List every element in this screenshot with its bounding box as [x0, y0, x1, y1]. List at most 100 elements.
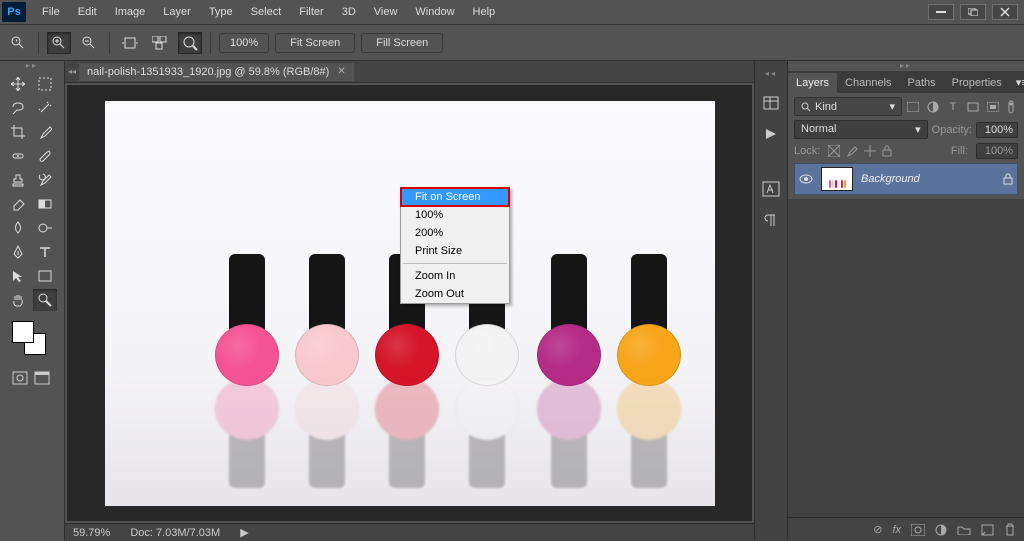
- path-select-tool[interactable]: [6, 265, 30, 287]
- filter-type-icon[interactable]: T: [946, 100, 960, 114]
- history-panel-icon[interactable]: [762, 95, 780, 111]
- filter-adjust-icon[interactable]: [926, 100, 940, 114]
- tab-channels[interactable]: Channels: [837, 73, 899, 93]
- tab-layers[interactable]: Layers: [788, 73, 837, 93]
- document-tab[interactable]: nail-polish-1351933_1920.jpg @ 59.8% (RG…: [79, 63, 354, 81]
- zoom-in-icon[interactable]: [47, 32, 71, 54]
- ctx-200pct[interactable]: 200%: [401, 224, 509, 242]
- zoom-out-icon[interactable]: [77, 32, 101, 54]
- layer-mask-icon[interactable]: [911, 524, 925, 536]
- bottle-reflection: [451, 378, 523, 488]
- character-panel-icon[interactable]: [762, 181, 780, 197]
- menu-3d[interactable]: 3D: [334, 3, 364, 21]
- tab-grip[interactable]: ◂◂: [65, 67, 79, 76]
- menu-view[interactable]: View: [366, 3, 406, 21]
- filter-toggle-icon[interactable]: [1004, 100, 1018, 114]
- tab-paths[interactable]: Paths: [900, 73, 944, 93]
- ctx-zoom-out[interactable]: Zoom Out: [401, 285, 509, 303]
- lock-all-icon[interactable]: [882, 145, 892, 157]
- minimize-button[interactable]: [928, 4, 954, 20]
- close-button[interactable]: [992, 4, 1018, 20]
- stamp-tool[interactable]: [6, 169, 30, 191]
- ctx-print-size[interactable]: Print Size: [401, 242, 509, 260]
- fill-screen-button[interactable]: Fill Screen: [361, 33, 443, 53]
- panel-grip[interactable]: ◂◂: [765, 69, 777, 79]
- filter-shape-icon[interactable]: [966, 100, 980, 114]
- layer-row[interactable]: Background: [794, 163, 1018, 195]
- move-tool[interactable]: [6, 73, 30, 95]
- zoom-percent-field[interactable]: 100%: [219, 33, 269, 53]
- layers-empty-area[interactable]: [788, 199, 1024, 517]
- ctx-100pct[interactable]: 100%: [401, 206, 509, 224]
- menu-file[interactable]: File: [34, 3, 68, 21]
- actions-panel-icon[interactable]: [763, 127, 779, 141]
- maximize-button[interactable]: [960, 4, 986, 20]
- tool-preset-icon[interactable]: [6, 32, 30, 54]
- status-zoom[interactable]: 59.79%: [73, 527, 110, 539]
- crop-tool[interactable]: [6, 121, 30, 143]
- blur-tool[interactable]: [6, 217, 30, 239]
- canvas-viewport[interactable]: Fit on Screen 100% 200% Print Size Zoom …: [67, 85, 752, 521]
- quick-mask-icon[interactable]: [12, 371, 28, 385]
- shape-tool[interactable]: [33, 265, 57, 287]
- delete-layer-icon[interactable]: [1004, 523, 1016, 536]
- paragraph-panel-icon[interactable]: [762, 213, 780, 227]
- zoom-tool[interactable]: [33, 289, 57, 311]
- panel-grip[interactable]: ▸▸: [0, 61, 64, 71]
- lock-position-icon[interactable]: [864, 145, 876, 157]
- menu-filter[interactable]: Filter: [291, 3, 331, 21]
- ctx-zoom-in[interactable]: Zoom In: [401, 267, 509, 285]
- fit-screen-button[interactable]: Fit Screen: [275, 33, 355, 53]
- link-layers-icon[interactable]: ⊘: [873, 523, 882, 536]
- tab-properties[interactable]: Properties: [944, 73, 1010, 93]
- menu-window[interactable]: Window: [407, 3, 462, 21]
- status-doc-size[interactable]: Doc: 7.03M/7.03M: [130, 527, 220, 539]
- menu-type[interactable]: Type: [201, 3, 241, 21]
- blend-mode-select[interactable]: Normal▾: [794, 120, 928, 139]
- brush-tool[interactable]: [33, 145, 57, 167]
- adjustment-layer-icon[interactable]: [935, 524, 947, 536]
- fill-field[interactable]: 100%: [976, 143, 1018, 159]
- lock-paint-icon[interactable]: [846, 145, 858, 157]
- selection-tool[interactable]: [33, 73, 57, 95]
- menu-select[interactable]: Select: [243, 3, 290, 21]
- resize-window-icon[interactable]: [118, 32, 142, 54]
- layer-style-icon[interactable]: fx: [892, 524, 901, 536]
- document-tab-bar: ◂◂ nail-polish-1351933_1920.jpg @ 59.8% …: [65, 61, 754, 83]
- status-arrow-icon[interactable]: ▶: [240, 526, 248, 539]
- zoom-all-icon[interactable]: [148, 32, 172, 54]
- dodge-tool[interactable]: [33, 217, 57, 239]
- lock-pixels-icon[interactable]: [828, 145, 840, 157]
- filter-kind-select[interactable]: Kind ▾: [794, 97, 902, 116]
- history-brush-tool[interactable]: [33, 169, 57, 191]
- opacity-field[interactable]: 100%: [976, 122, 1018, 138]
- healing-tool[interactable]: [6, 145, 30, 167]
- menu-image[interactable]: Image: [107, 3, 154, 21]
- lasso-tool[interactable]: [6, 97, 30, 119]
- eraser-tool[interactable]: [6, 193, 30, 215]
- foreground-color-swatch[interactable]: [12, 321, 34, 343]
- eyedropper-tool[interactable]: [33, 121, 57, 143]
- close-tab-icon[interactable]: ✕: [337, 66, 345, 77]
- color-swatches[interactable]: [12, 321, 48, 357]
- panel-menu-icon[interactable]: ▾≡: [1010, 72, 1024, 93]
- layer-visibility-icon[interactable]: [799, 174, 813, 184]
- layer-name[interactable]: Background: [861, 173, 995, 185]
- filter-smart-icon[interactable]: [986, 100, 1000, 114]
- menu-help[interactable]: Help: [465, 3, 504, 21]
- group-icon[interactable]: [957, 524, 971, 535]
- ctx-fit-on-screen[interactable]: Fit on Screen: [401, 188, 509, 206]
- type-tool[interactable]: [33, 241, 57, 263]
- magic-wand-tool[interactable]: [33, 97, 57, 119]
- panel-grip[interactable]: ▸▸: [788, 61, 1024, 71]
- menu-layer[interactable]: Layer: [155, 3, 199, 21]
- pen-tool[interactable]: [6, 241, 30, 263]
- screen-mode-icon[interactable]: [34, 371, 50, 385]
- new-layer-icon[interactable]: [981, 524, 994, 536]
- menu-edit[interactable]: Edit: [70, 3, 105, 21]
- hand-tool[interactable]: [6, 289, 30, 311]
- layer-thumbnail[interactable]: [821, 167, 853, 191]
- filter-pixel-icon[interactable]: [906, 100, 920, 114]
- scrubby-zoom-icon[interactable]: [178, 32, 202, 54]
- gradient-tool[interactable]: [33, 193, 57, 215]
